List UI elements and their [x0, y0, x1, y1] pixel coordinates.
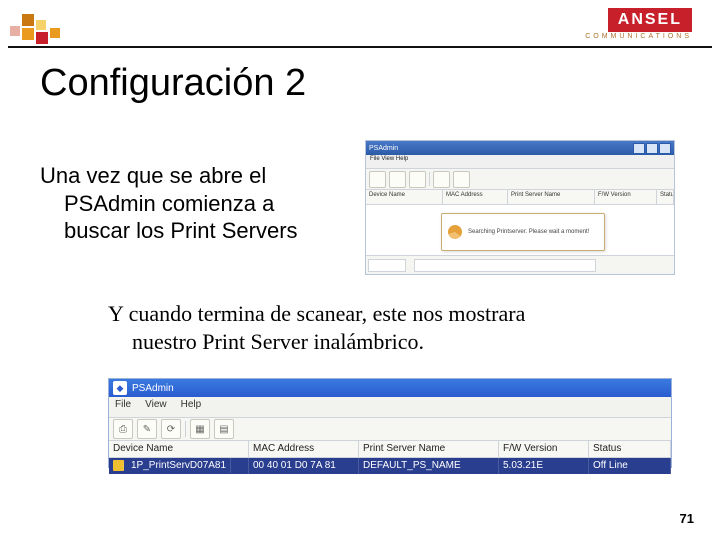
- brand-subtitle: COMMUNICATIONS: [585, 33, 692, 40]
- window-title: PSAdmin: [132, 383, 174, 394]
- separator: [185, 421, 186, 437]
- para1-rest: PSAdmin comienza a buscar los Print Serv…: [40, 190, 330, 245]
- app-icon: ◆: [113, 381, 127, 395]
- window-titlebar: ◆ PSAdmin: [109, 379, 671, 397]
- toolbar-icon[interactable]: ▤: [214, 419, 234, 439]
- list-body: Searching Printserver. Please wait a mom…: [366, 205, 674, 259]
- toolbar: ⎙ ✎ ⟳ ▦ ▤: [109, 418, 671, 441]
- col-device: Device Name: [109, 441, 249, 457]
- col-mac: MAC Address: [443, 190, 508, 204]
- para1-line1: Una vez que se abre el: [40, 163, 266, 188]
- page-title: Configuración 2: [40, 62, 306, 105]
- cell-psname: DEFAULT_PS_NAME: [359, 458, 499, 474]
- device-icon: [113, 460, 124, 471]
- menu-help[interactable]: Help: [181, 399, 202, 415]
- column-headers: Device Name MAC Address Print Server Nam…: [366, 190, 674, 205]
- horizontal-rule: [8, 46, 712, 48]
- cell-device: 1P_PrintServD07A81: [109, 458, 249, 474]
- toolbar-icon[interactable]: ✎: [137, 419, 157, 439]
- paragraph-2: Y cuando termina de scanear, este nos mo…: [108, 300, 668, 355]
- window-titlebar: PSAdmin: [366, 141, 674, 155]
- page-number: 71: [680, 511, 694, 526]
- toolbar-icon: [433, 171, 450, 188]
- column-headers: Device Name MAC Address Print Server Nam…: [109, 441, 671, 458]
- col-mac: MAC Address: [249, 441, 359, 457]
- cell-fw: 5.03.21E: [499, 458, 589, 474]
- col-status: Status: [657, 190, 674, 204]
- col-device: Device Name: [366, 190, 443, 204]
- toolbar-icon: [389, 171, 406, 188]
- dialog-text: Searching Printserver. Please wait a mom…: [468, 229, 589, 236]
- separator: [429, 172, 430, 186]
- menubar: File View Help: [109, 397, 671, 418]
- col-psname: Print Server Name: [359, 441, 499, 457]
- menubar: File View Help: [366, 155, 674, 169]
- cell-mac: 00 40 01 D0 7A 81: [249, 458, 359, 474]
- paragraph-1: Una vez que se abre el PSAdmin comienza …: [40, 162, 330, 245]
- screenshot-psadmin-searching: PSAdmin File View Help Device Name MAC A…: [365, 140, 675, 275]
- menu-file[interactable]: File: [115, 399, 131, 415]
- col-fw: F/W Version: [595, 190, 657, 204]
- toolbar-icon[interactable]: ⟳: [161, 419, 181, 439]
- toolbar: [366, 169, 674, 190]
- toolbar-icon[interactable]: ⎙: [113, 419, 133, 439]
- menu-view[interactable]: View: [145, 399, 167, 415]
- gear-icon: [448, 225, 462, 239]
- window-buttons: [633, 143, 671, 154]
- col-psname: Print Server Name: [508, 190, 595, 204]
- brand-name: ANSEL: [608, 8, 692, 32]
- statusbar: [366, 255, 674, 274]
- col-status: Status: [589, 441, 671, 457]
- searching-dialog: Searching Printserver. Please wait a mom…: [441, 213, 605, 251]
- para2-rest: nuestro Print Server inalámbrico.: [108, 328, 668, 356]
- col-fw: F/W Version: [499, 441, 589, 457]
- para2-line1: Y cuando termina de scanear, este nos mo…: [108, 301, 525, 326]
- toolbar-icon: [453, 171, 470, 188]
- table-row[interactable]: 1P_PrintServD07A81 00 40 01 D0 7A 81 DEF…: [109, 458, 671, 474]
- toolbar-icon[interactable]: ▦: [190, 419, 210, 439]
- brand-logo: ANSEL COMMUNICATIONS: [585, 8, 692, 40]
- window-title: PSAdmin: [369, 145, 398, 152]
- screenshot-psadmin-result: ◆ PSAdmin File View Help ⎙ ✎ ⟳ ▦ ▤ Devic…: [108, 378, 672, 468]
- cell-status: Off Line: [589, 458, 671, 474]
- toolbar-icon: [409, 171, 426, 188]
- toolbar-icon: [369, 171, 386, 188]
